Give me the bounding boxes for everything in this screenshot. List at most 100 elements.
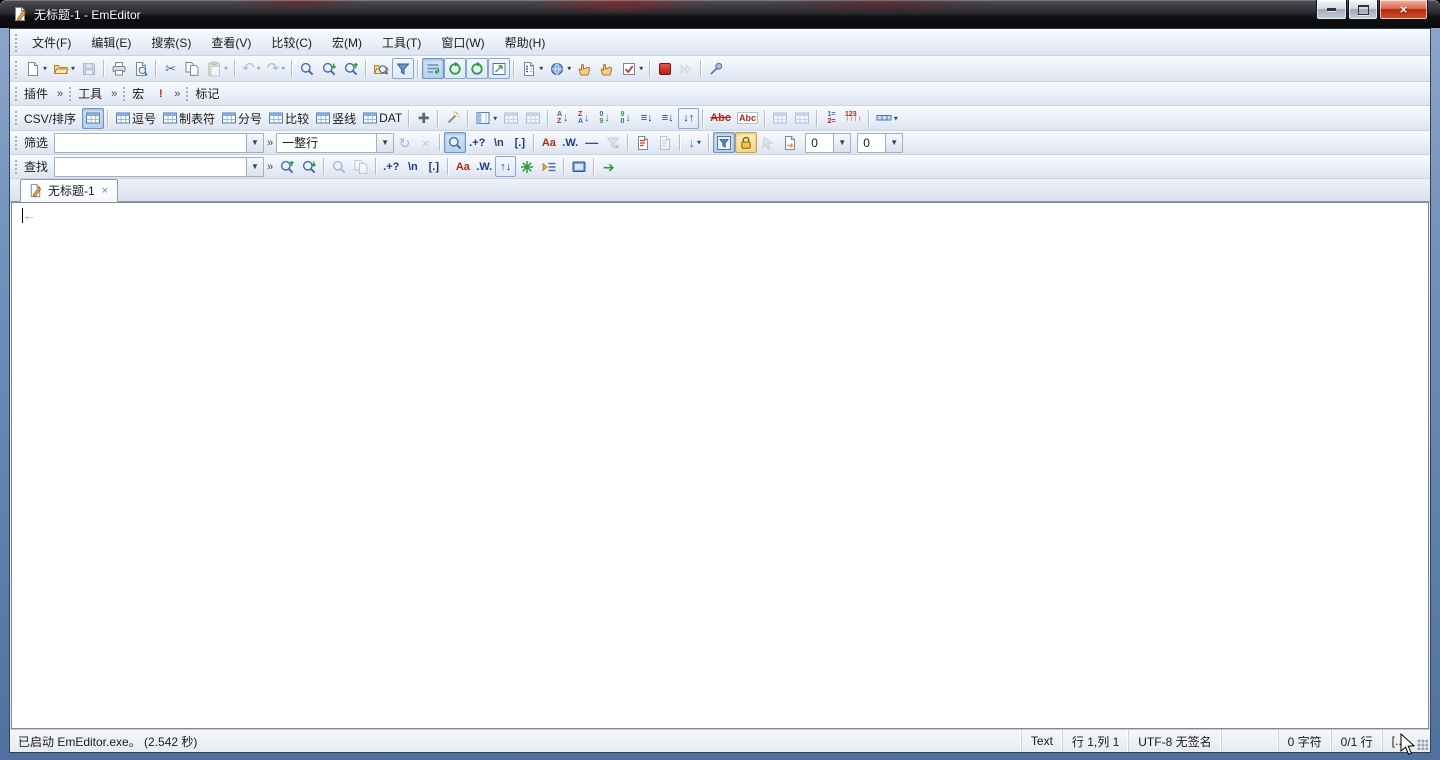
select-column-button[interactable]: ▾ [472,108,500,129]
compare-right-button[interactable] [596,58,618,79]
menu-help[interactable]: 帮助(H) [495,30,556,55]
find-previous-button[interactable] [276,156,298,177]
search-all-documents-button[interactable] [516,156,538,177]
dropdown-arrow-icon[interactable]: ▼ [246,134,263,152]
save-button[interactable] [78,58,100,79]
menu-compare[interactable]: 比较(C) [261,30,322,55]
menu-search[interactable]: 搜索(S) [141,30,201,55]
menu-macros[interactable]: 宏(M) [322,30,372,55]
filter-extract-button[interactable] [779,132,801,153]
csv-mode-dat-button[interactable]: DAT [359,108,405,129]
next-document-button[interactable]: ➔ [598,156,619,177]
filter-find-toggle-button[interactable] [444,132,466,153]
record-macro-button[interactable] [654,58,675,79]
dropdown-arrow-icon[interactable]: ▼ [833,134,850,152]
csv-mode-semicolon-button[interactable]: 分号 [218,108,265,129]
compare-left-button[interactable] [574,58,596,79]
delete-duplicates-button[interactable]: Abc [707,108,734,129]
filter-bracket-button[interactable]: [.] [509,132,530,153]
menu-edit[interactable]: 编辑(E) [81,30,141,55]
dropdown-arrow-icon[interactable]: ▼ [246,158,263,176]
run-macro-button[interactable] [675,58,697,79]
ruler-button[interactable]: 123╵╵╵╵ [842,108,865,129]
tab-close-icon[interactable]: × [100,185,110,197]
overflow-chevron[interactable]: » [171,88,183,100]
undo-button[interactable]: ↶▾ [239,58,264,79]
toolbar-grip[interactable] [14,85,18,102]
refresh-filter-button[interactable]: ↻ [394,132,415,153]
sort-length-asc-button[interactable]: ≡↓ [636,108,657,129]
sort-length-desc-button[interactable]: ≡↓ [657,108,678,129]
find-combobox[interactable]: ▼ [54,157,264,177]
menu-file[interactable]: 文件(F) [22,30,81,55]
heading-lines-combobox[interactable]: 0▼ [805,133,851,153]
add-csv-mode-button[interactable]: ✚ [413,108,434,129]
close-button[interactable]: × [1379,0,1428,20]
csv-convert-button[interactable] [442,108,464,129]
sort-num-desc-button[interactable]: 90↓ [615,108,636,129]
filter-next-button[interactable]: ↓▾ [684,132,705,153]
sort-num-asc-button[interactable]: 09↓ [594,108,615,129]
validate-button[interactable]: ▾ [618,58,646,79]
document-tab[interactable]: 无标题-1 × [20,179,118,202]
bookmark-all-button[interactable] [538,156,560,177]
sort-za-button[interactable]: ZA↓ [573,108,594,129]
filter-whole-word-button[interactable]: .W. [559,132,581,153]
wrap-none-button[interactable] [422,58,444,79]
show-duplicates-button[interactable]: Abc [734,108,761,129]
focus-editor-button[interactable] [568,156,590,177]
toolbar-grip[interactable] [14,134,18,151]
filter-match-case-button[interactable]: Aa [538,132,559,153]
wrap-by-word-button[interactable] [466,58,488,79]
clear-filter-button[interactable]: × [415,132,436,153]
replace-in-files-button[interactable] [370,58,392,79]
csv-mode-compare-button[interactable]: 比较 [265,108,312,129]
find-escape-button[interactable]: \n [402,156,423,177]
csv-mode-comma-button[interactable]: 逗号 [112,108,159,129]
filter-regex-button[interactable]: .+? [466,132,488,153]
toolbar-grip[interactable] [185,85,189,102]
resize-grip[interactable] [1414,730,1430,752]
filter-scope-combobox[interactable]: 一整行▼ [276,133,394,153]
wrap-by-character-button[interactable] [444,58,466,79]
overflow-chevron[interactable]: » [264,161,276,173]
fit-columns-button[interactable]: ▾ [873,108,901,129]
dropdown-arrow-icon[interactable]: ▼ [376,134,393,152]
print-preview-button[interactable] [130,58,152,79]
remove-filter-button[interactable] [602,132,624,153]
maximize-button[interactable] [1348,0,1378,20]
status-doc-type[interactable]: Text [1021,730,1062,752]
find-match-case-button[interactable]: Aa [452,156,473,177]
unpivot-csv-button[interactable] [791,108,813,129]
wrap-by-page-button[interactable] [488,58,510,79]
toolbar-grip[interactable] [122,85,126,102]
csv-mode-pipe-button[interactable]: 竖线 [312,108,359,129]
find-bracket-button[interactable]: [.] [423,156,444,177]
toolbar-grip[interactable] [14,32,18,52]
toolbar-grip[interactable] [68,85,72,102]
dropdown-arrow-icon[interactable]: ▼ [885,134,902,152]
status-char-count[interactable]: 0 字符 [1278,730,1331,752]
filter-dash-button[interactable]: — [581,132,602,153]
new-file-button[interactable]: ▾ [22,58,50,79]
find-in-files-button[interactable] [340,58,362,79]
find-regex-button[interactable]: .+? [380,156,402,177]
open-file-button[interactable]: ▾ [50,58,78,79]
insert-column-button[interactable] [500,108,522,129]
copy-button[interactable] [181,58,203,79]
menu-window[interactable]: 窗口(W) [431,30,494,55]
filter-matched-lines-button[interactable] [632,132,654,153]
redo-button[interactable]: ↷▾ [264,58,289,79]
cut-button[interactable]: ✂ [160,58,181,79]
sort-az-button[interactable]: AZ↓ [552,108,573,129]
wrap-around-toggle-button[interactable]: ↑↓ [495,156,516,177]
macro-run-button[interactable]: ! [150,83,171,104]
status-selection[interactable]: [..] [1382,730,1414,752]
csv-normal-mode-button[interactable] [82,108,104,129]
filter-combobox[interactable]: ▼ [54,133,264,153]
editor-area[interactable]: ← [11,202,1429,729]
csv-mode-tab-button[interactable]: 制表符 [159,108,218,129]
reverse-order-button[interactable]: ↓↑ [678,108,699,129]
print-button[interactable] [108,58,130,79]
toolbar-grip[interactable] [14,59,18,78]
